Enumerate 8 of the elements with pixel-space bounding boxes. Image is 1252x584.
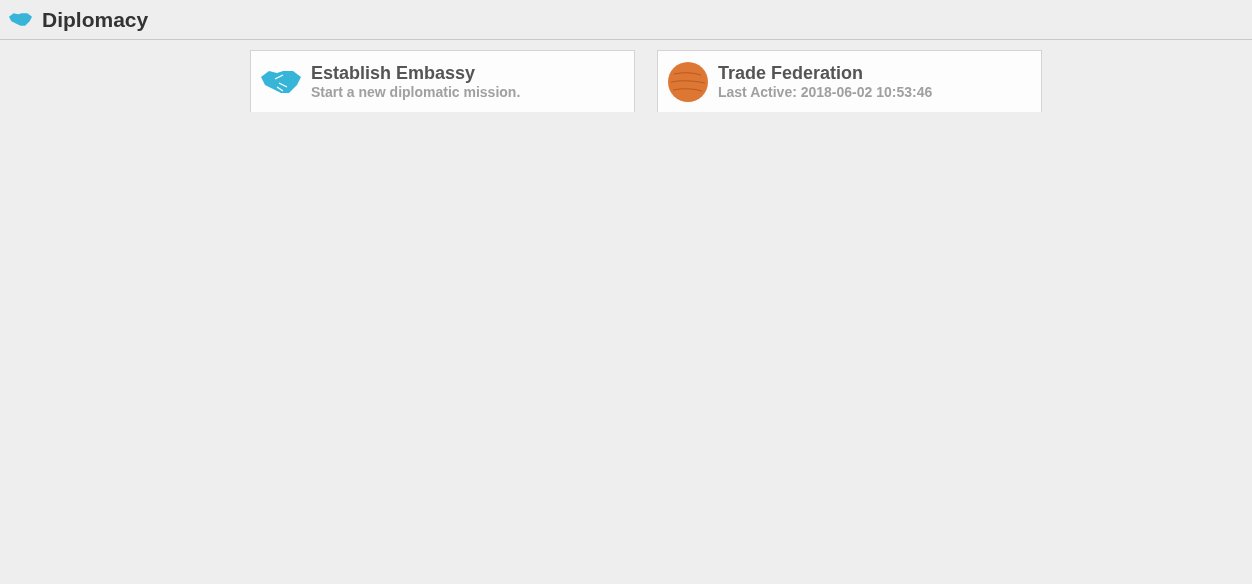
card-subtitle: Start a new diplomatic mission. [311,84,521,100]
card-subtitle: Last Active: 2018-06-02 10:53:46 [718,84,933,100]
planet-icon [668,61,708,102]
diplomacy-card[interactable]: Trade Federation Last Active: 2018-06-02 10:53:46 [657,50,1042,112]
diplomacy-card[interactable]: Establish Embassy Start a new diplomatic mission. [250,50,635,112]
card-title: Trade Federation [718,63,865,84]
page-title: Diplomacy [42,7,149,32]
card-title: Establish Embassy [311,63,477,84]
